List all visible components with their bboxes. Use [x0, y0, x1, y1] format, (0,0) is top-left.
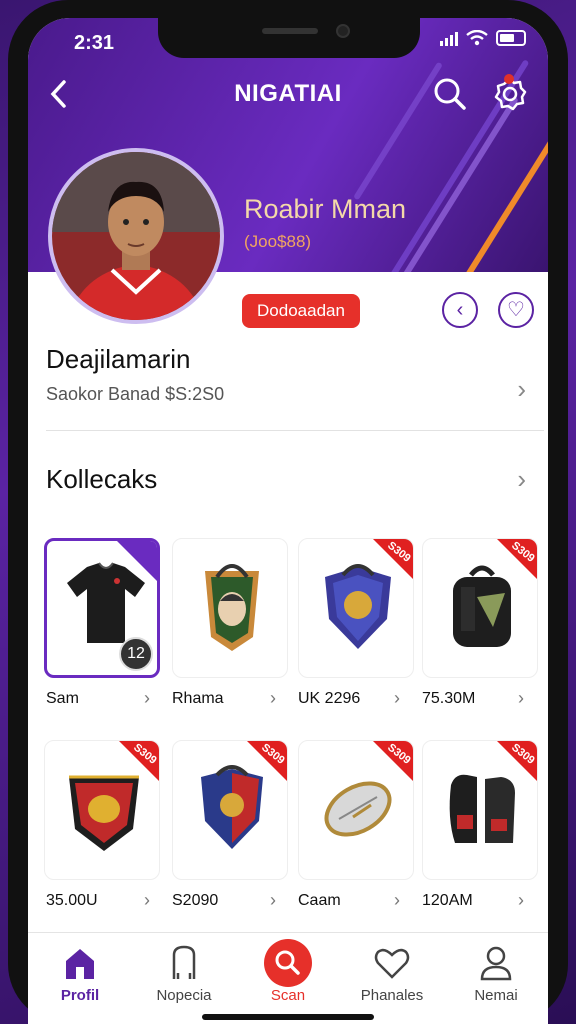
backpack-icon: [453, 565, 511, 647]
collection-item-card[interactable]: S309: [172, 740, 288, 880]
collection-item-label: UK 2296: [298, 690, 361, 707]
user-icon: [480, 946, 512, 981]
shield-icon: [325, 564, 391, 649]
battery-icon: [496, 30, 526, 46]
football-icon: [324, 781, 392, 837]
profile-action-button[interactable]: Dodoaadan: [242, 294, 360, 328]
chevron-right-icon[interactable]: ›: [518, 688, 524, 709]
collection-item-label: Rhama: [172, 690, 224, 707]
page-title: NIGATIAI: [234, 80, 342, 107]
player-photo: [52, 152, 220, 320]
tab-scan[interactable]: Scan: [236, 939, 340, 1019]
collection-item-label: Caam: [298, 892, 341, 909]
home-indicator: [202, 1014, 374, 1020]
collection-item-card[interactable]: S309: [422, 538, 538, 678]
chevron-right-icon[interactable]: ›: [394, 688, 400, 709]
tab-label: Nemai: [474, 987, 518, 1004]
chevron-right-icon[interactable]: ›: [144, 688, 150, 709]
collection-item-label: 35.00U: [46, 892, 98, 909]
status-bar: 2:31: [28, 18, 548, 58]
divider: [46, 430, 544, 431]
heart-icon: [374, 948, 410, 979]
jersey-number-badge: 12: [119, 637, 153, 671]
account-title: Deajilamarin: [46, 344, 191, 374]
tab-label: Scan: [270, 987, 306, 1004]
scan-button: [264, 939, 312, 987]
settings-button[interactable]: [490, 74, 530, 114]
search-button[interactable]: [430, 74, 470, 114]
chevron-right-icon[interactable]: ›: [394, 890, 400, 911]
tab-nopecia[interactable]: Nopecia: [132, 943, 236, 1019]
shield-icon: [201, 765, 263, 849]
profile-subtitle: (Joo$88): [244, 232, 312, 251]
top-navbar: NIGATIAI: [28, 70, 548, 120]
card-icon: [172, 945, 196, 979]
tab-profile[interactable]: Profil: [28, 943, 132, 1019]
chevron-right-icon[interactable]: ›: [270, 890, 276, 911]
badge-icon: [205, 564, 259, 651]
collection-item-card[interactable]: 12: [44, 538, 160, 678]
home-icon: [66, 949, 94, 979]
account-chevron-icon[interactable]: ›: [517, 374, 526, 405]
tab-phanales[interactable]: Phanales: [340, 943, 444, 1019]
share-button[interactable]: ‹: [442, 292, 478, 328]
account-subtitle: Saokor Banad $S:2S0: [46, 384, 225, 404]
collection-item-label: 120AM: [422, 892, 473, 909]
crest-icon: [69, 775, 139, 851]
chevron-right-icon[interactable]: ›: [518, 890, 524, 911]
chevron-right-icon[interactable]: ›: [270, 688, 276, 709]
tab-label: Profil: [60, 987, 100, 1004]
collection-item-label: Sam: [46, 690, 79, 707]
collection-item-card[interactable]: S309: [298, 740, 414, 880]
collection-item-label: S2090: [172, 892, 219, 909]
phone-frame: 2:31 NIGATIAI Roabir Mman (Joo$88) Dodoa…: [8, 0, 568, 1024]
collection-item-card[interactable]: [172, 538, 288, 678]
wifi-icon: [466, 30, 488, 46]
scan-icon: [275, 950, 300, 975]
search-icon: [434, 78, 466, 110]
jersey-icon: [67, 562, 145, 643]
collections-chevron-icon[interactable]: ›: [517, 464, 526, 495]
signal-icon: [440, 30, 458, 46]
bottom-tab-bar: Profil Nopecia Scan Phanales Nemai: [28, 932, 548, 1024]
screen: 2:31 NIGATIAI Roabir Mman (Joo$88) Dodoa…: [28, 18, 548, 1024]
notification-dot: [504, 74, 514, 84]
favorite-button[interactable]: ♡: [498, 292, 534, 328]
tab-nemai[interactable]: Nemai: [444, 943, 548, 1019]
chevron-left-icon: ‹: [456, 299, 464, 321]
tab-label: Nopecia: [156, 987, 212, 1004]
collection-item-card[interactable]: S309: [44, 740, 160, 880]
collection-item-label: 75.30M: [422, 690, 476, 707]
profile-name: Roabir Mman: [244, 194, 407, 224]
collection-item-card[interactable]: S309: [422, 740, 538, 880]
collections-title: Kollecaks: [46, 464, 158, 494]
status-time: 2:31: [74, 32, 115, 54]
tab-label: Phanales: [360, 987, 424, 1004]
heart-icon: ♡: [507, 299, 525, 321]
gloves-icon: [449, 774, 515, 843]
collection-item-card[interactable]: S309: [298, 538, 414, 678]
avatar[interactable]: [48, 148, 224, 324]
chevron-right-icon[interactable]: ›: [144, 890, 150, 911]
